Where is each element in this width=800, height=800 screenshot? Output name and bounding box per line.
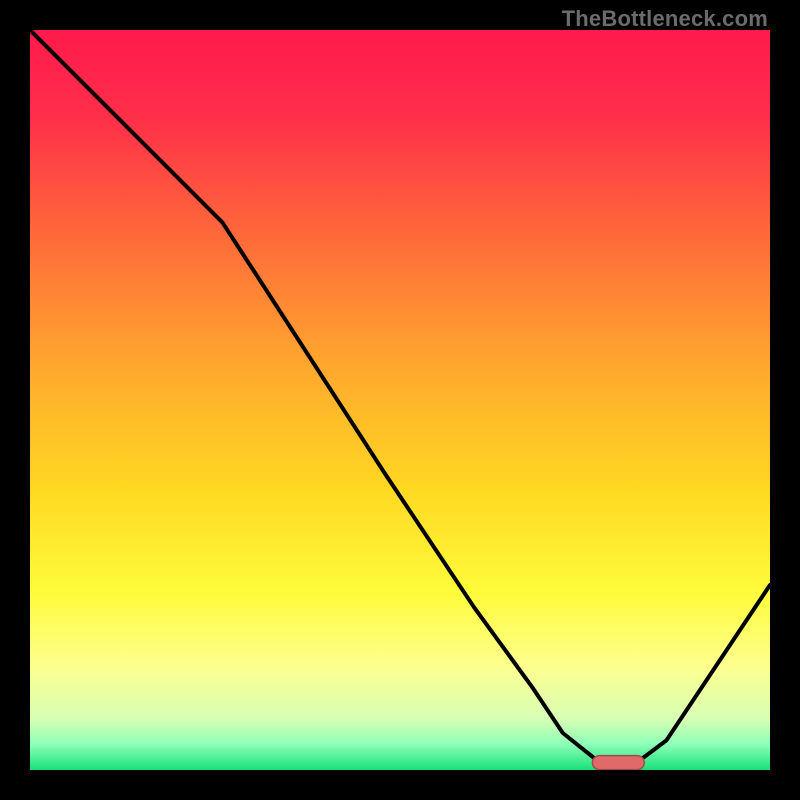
chart-frame: TheBottleneck.com xyxy=(0,0,800,800)
sweet-spot-marker xyxy=(592,756,644,770)
plot-area xyxy=(30,30,770,770)
bottleneck-curve xyxy=(30,30,770,770)
watermark-text: TheBottleneck.com xyxy=(562,6,768,32)
